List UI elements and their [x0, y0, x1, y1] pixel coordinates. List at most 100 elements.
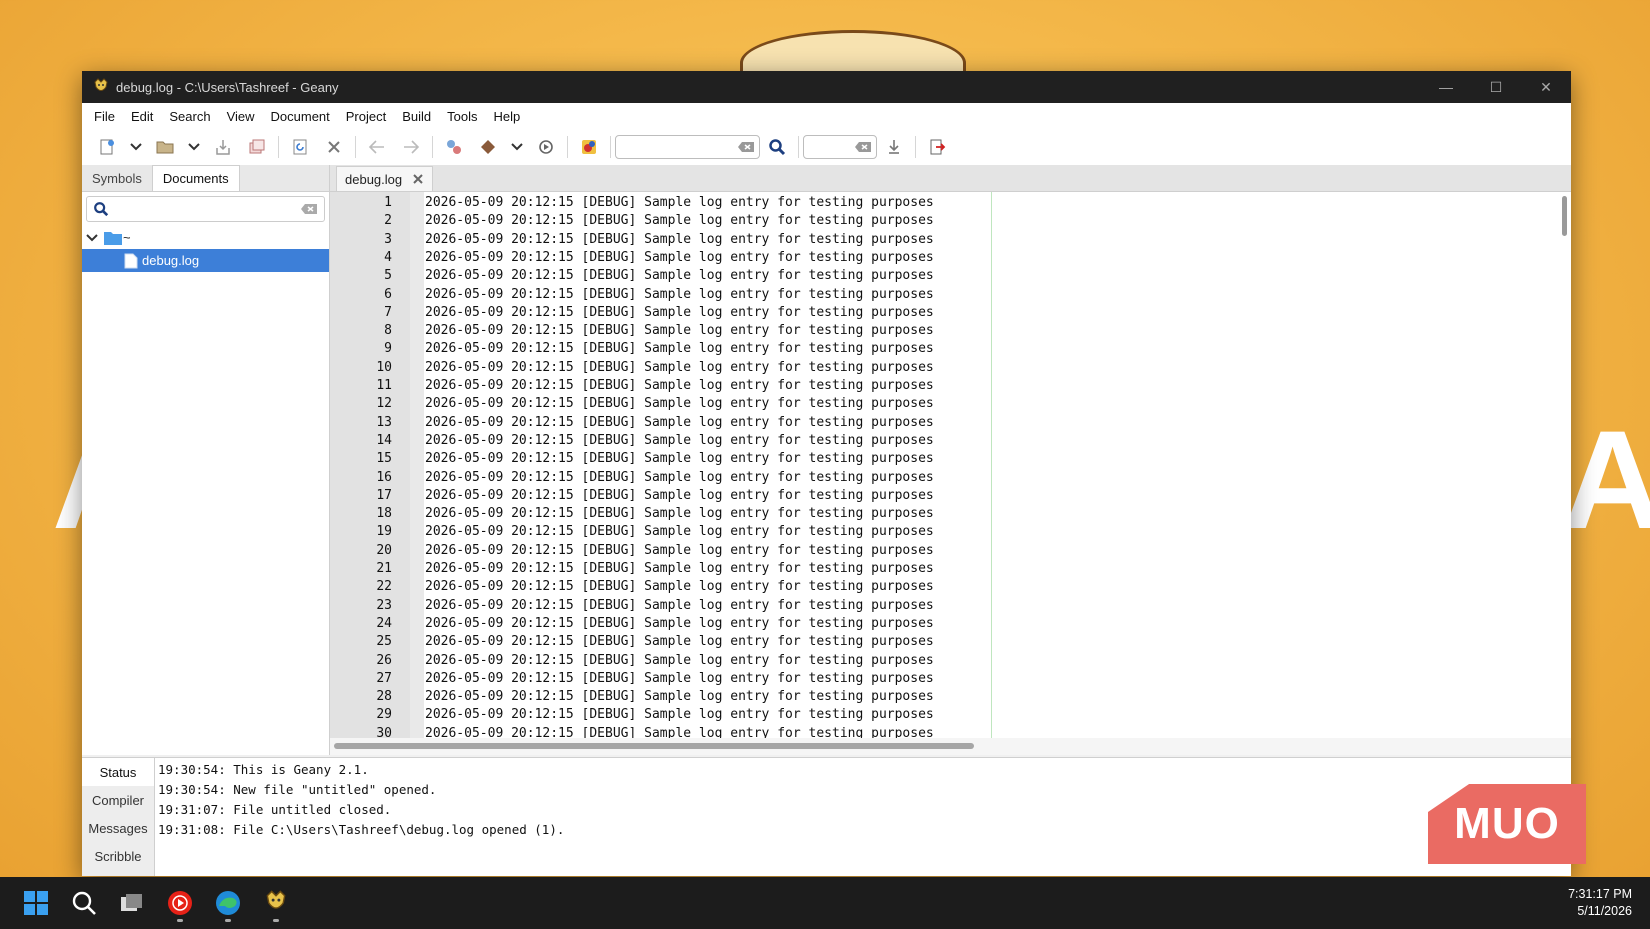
line-number: 15 — [376, 451, 392, 467]
line-text: 2026-05-09 20:12:15 [DEBUG] Sample log e… — [425, 286, 934, 302]
document-tabs: debug.log — [330, 165, 1571, 192]
find-button[interactable] — [760, 132, 794, 162]
close-tab-icon[interactable] — [412, 173, 424, 185]
tab-messages[interactable]: Messages — [82, 814, 154, 842]
menu-view[interactable]: View — [219, 109, 263, 124]
tab-symbols[interactable]: Symbols — [82, 166, 152, 191]
toolbar-separator — [798, 136, 799, 158]
code-line: 10 2026-05-09 20:12:15 [DEBUG] Sample log… — [330, 359, 1571, 377]
navigate-back-button[interactable] — [360, 132, 394, 162]
tree-folder-home[interactable]: ~ — [82, 226, 329, 249]
vertical-scrollbar[interactable] — [1559, 192, 1569, 738]
line-text: 2026-05-09 20:12:15 [DEBUG] Sample log e… — [425, 542, 934, 558]
navigate-forward-button[interactable] — [394, 132, 428, 162]
geany-app[interactable] — [256, 883, 296, 923]
menu-help[interactable]: Help — [486, 109, 529, 124]
horizontal-scrollbar[interactable] — [330, 738, 1571, 755]
menu-search[interactable]: Search — [161, 109, 218, 124]
menu-file[interactable]: File — [86, 109, 123, 124]
windows-start-icon — [24, 891, 48, 915]
title-bar: debug.log - C:\Users\Tashreef - Geany — … — [82, 71, 1571, 103]
code-line: 3 2026-05-09 20:12:15 [DEBUG] Sample log … — [330, 231, 1571, 249]
quit-button[interactable] — [920, 132, 954, 162]
close-button[interactable]: ✕ — [1521, 71, 1571, 103]
menu-edit[interactable]: Edit — [123, 109, 161, 124]
reload-button[interactable] — [283, 132, 317, 162]
taskbar: 7:31:17 PM 5/11/2026 — [0, 877, 1650, 929]
line-number: 12 — [376, 396, 392, 412]
code-line: 16 2026-05-09 20:12:15 [DEBUG] Sample log… — [330, 469, 1571, 487]
save-all-button[interactable] — [240, 132, 274, 162]
start-button[interactable] — [16, 883, 56, 923]
tab-debug-log[interactable]: debug.log — [336, 166, 434, 191]
status-log: 19:30:54: This is Geany 2.1. 19:30:54: N… — [158, 760, 564, 840]
close-file-button[interactable] — [317, 132, 351, 162]
new-file-button[interactable] — [90, 132, 124, 162]
line-number: 19 — [376, 524, 392, 540]
taskbar-search-button[interactable] — [64, 883, 104, 923]
task-view-button[interactable] — [112, 883, 152, 923]
compile-button[interactable] — [437, 132, 471, 162]
line-number: 2 — [384, 213, 392, 229]
open-file-button[interactable] — [148, 132, 182, 162]
code-line: 27 2026-05-09 20:12:15 [DEBUG] Sample log… — [330, 670, 1571, 688]
folder-icon — [104, 231, 122, 245]
muo-watermark: MUO — [1428, 784, 1586, 864]
code-editor[interactable]: 1 2026-05-09 20:12:15 [DEBUG] Sample log … — [330, 192, 1571, 738]
goto-line-button[interactable] — [877, 132, 911, 162]
code-line: 25 2026-05-09 20:12:15 [DEBUG] Sample log… — [330, 633, 1571, 651]
tab-scribble[interactable]: Scribble — [82, 842, 154, 870]
chevron-down-icon — [86, 233, 98, 241]
new-file-dropdown[interactable] — [124, 132, 148, 162]
build-icon — [481, 140, 495, 154]
code-line: 7 2026-05-09 20:12:15 [DEBUG] Sample log … — [330, 304, 1571, 322]
line-number: 1 — [384, 195, 392, 210]
line-text: 2026-05-09 20:12:15 [DEBUG] Sample log e… — [425, 195, 934, 210]
youtube-music-app[interactable] — [160, 883, 200, 923]
line-text: 2026-05-09 20:12:15 [DEBUG] Sample log e… — [425, 451, 934, 467]
tab-compiler[interactable]: Compiler — [82, 786, 154, 814]
line-number: 11 — [376, 378, 392, 393]
toolbar-separator — [278, 136, 279, 158]
line-number: 5 — [384, 268, 392, 284]
status-log-line: 19:30:54: This is Geany 2.1. — [158, 762, 369, 777]
build-button[interactable] — [471, 132, 505, 162]
horizontal-scroll-thumb[interactable] — [334, 743, 974, 749]
edge-icon — [216, 891, 240, 915]
build-dropdown[interactable] — [505, 132, 529, 162]
line-text: 2026-05-09 20:12:15 [DEBUG] Sample log e… — [425, 579, 934, 595]
menu-build[interactable]: Build — [394, 109, 439, 124]
minimize-button[interactable]: — — [1421, 71, 1471, 103]
task-view-icon — [121, 894, 142, 911]
run-icon — [539, 140, 553, 154]
tab-documents[interactable]: Documents — [151, 165, 240, 191]
maximize-button[interactable]: ☐ — [1471, 71, 1521, 103]
code-line: 29 2026-05-09 20:12:15 [DEBUG] Sample log… — [330, 706, 1571, 724]
recent-files-dropdown[interactable] — [182, 132, 206, 162]
system-clock[interactable]: 7:31:17 PM 5/11/2026 — [1568, 886, 1632, 920]
menu-tools[interactable]: Tools — [439, 109, 485, 124]
clock-date: 5/11/2026 — [1577, 904, 1632, 918]
save-all-icon — [249, 139, 265, 154]
line-text: 2026-05-09 20:12:15 [DEBUG] Sample log e… — [425, 378, 934, 393]
line-number: 28 — [376, 689, 392, 705]
save-button[interactable] — [206, 132, 240, 162]
menu-document[interactable]: Document — [263, 109, 338, 124]
tree-file-debug-log[interactable]: debug.log — [82, 249, 329, 272]
editor-area: debug.log 1 2026-05-09 20:12:15 [DEBUG] S… — [330, 165, 1571, 755]
menu-project[interactable]: Project — [338, 109, 394, 124]
color-chooser-button[interactable] — [572, 132, 606, 162]
search-input[interactable] — [615, 135, 760, 159]
line-text: 2026-05-09 20:12:15 [DEBUG] Sample log e… — [425, 469, 934, 485]
edge-app[interactable] — [208, 883, 248, 923]
code-line: 17 2026-05-09 20:12:15 [DEBUG] Sample log… — [330, 487, 1571, 505]
line-number: 16 — [376, 469, 392, 485]
goto-line-input[interactable] — [803, 135, 877, 159]
toolbar-separator — [610, 136, 611, 158]
run-button[interactable] — [529, 132, 563, 162]
line-text: 2026-05-09 20:12:15 [DEBUG] Sample log e… — [425, 359, 934, 375]
tab-status[interactable]: Status — [82, 758, 154, 786]
vertical-scroll-thumb[interactable] — [1562, 196, 1567, 236]
code-line: 28 2026-05-09 20:12:15 [DEBUG] Sample log… — [330, 688, 1571, 706]
documents-filter-input[interactable] — [86, 196, 325, 222]
